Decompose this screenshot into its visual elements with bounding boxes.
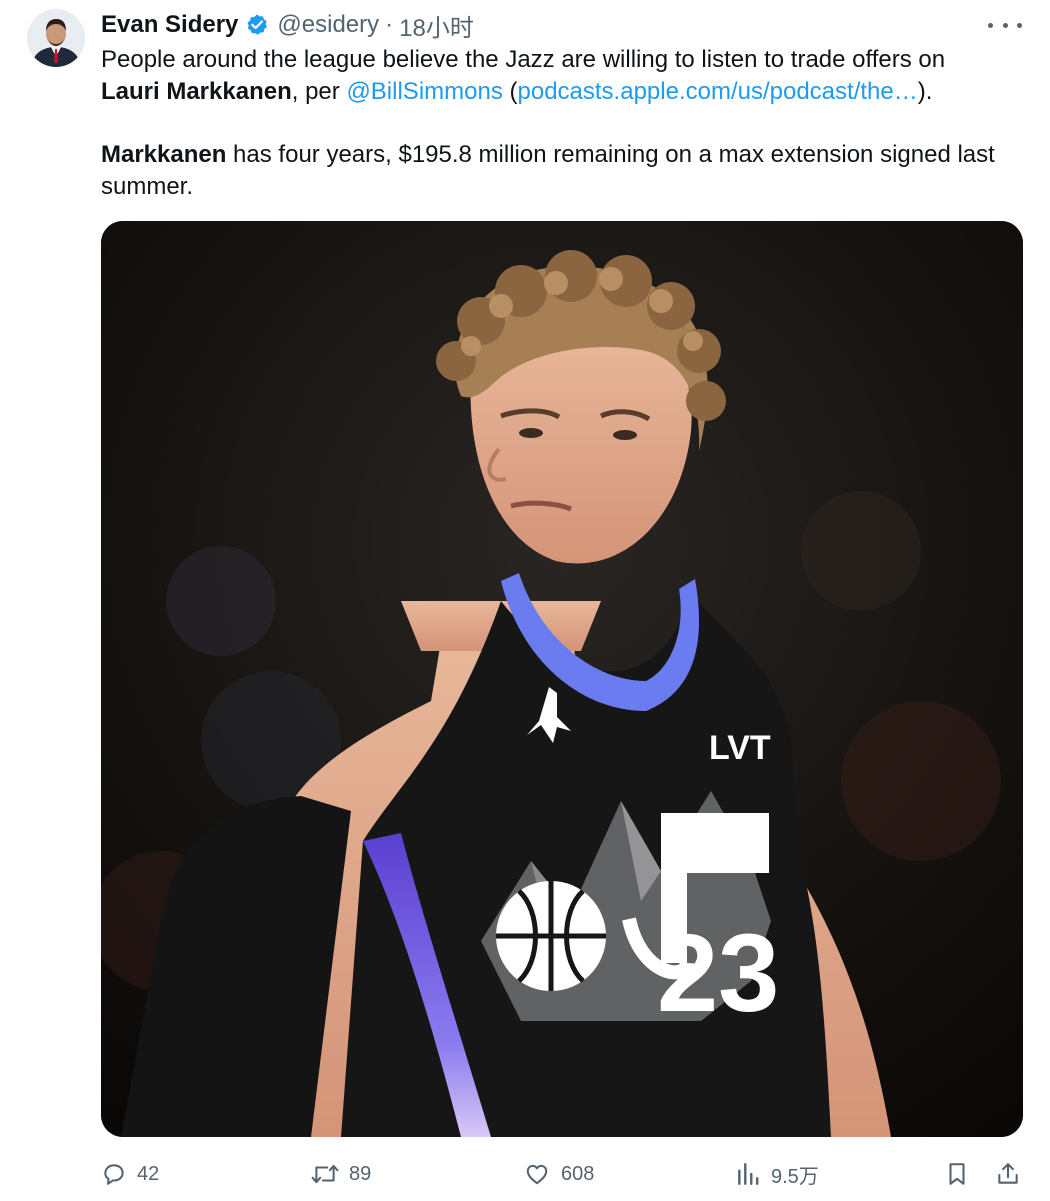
user-avatar (27, 9, 85, 67)
mention-link[interactable]: @BillSimmons (346, 78, 502, 105)
paren-open: ( (502, 78, 518, 105)
bookmark-button[interactable] (944, 1154, 970, 1194)
tweet-header: Evan Sidery @esidery · 18小时 (101, 8, 474, 43)
share-button[interactable] (995, 1154, 1021, 1194)
tweet-text-para2: has four years, $195.8 million remaining… (101, 141, 995, 200)
reply-icon (101, 1161, 127, 1187)
jersey-number: 23 (657, 912, 779, 1035)
author-avatar[interactable] (27, 9, 85, 67)
reply-button[interactable]: 42 (101, 1154, 159, 1194)
header-separator: · (385, 11, 394, 38)
tweet-paragraph-1: People around the league believe the Jaz… (101, 44, 1031, 108)
retweet-count: 89 (349, 1162, 372, 1185)
retweet-button[interactable]: 89 (311, 1154, 371, 1194)
views-button[interactable]: 9.5万 (735, 1154, 819, 1194)
share-icon (995, 1161, 1021, 1187)
like-count: 608 (561, 1162, 595, 1185)
podcast-url-link[interactable]: podcasts.apple.com/us/podcast/the… (518, 78, 918, 105)
like-icon (523, 1161, 551, 1187)
reply-count: 42 (137, 1162, 160, 1185)
tweet-timestamp[interactable]: 18小时 (399, 8, 474, 43)
like-button[interactable]: 608 (523, 1154, 594, 1194)
verified-badge-icon[interactable] (245, 13, 269, 37)
tweet-text: People around the league believe the Jaz… (101, 44, 1031, 203)
tweet-actions: 42 89 608 9.5万 (101, 1154, 1023, 1194)
more-icon[interactable] (988, 13, 1022, 37)
tweet-text-line1: People around the league believe the Jaz… (101, 46, 946, 73)
tweet-media-photo[interactable]: 23 LVT (101, 221, 1023, 1137)
views-icon (735, 1161, 761, 1187)
paren-close: ). (917, 78, 933, 105)
player-photo: 23 LVT (101, 221, 1023, 1137)
player-name: Lauri Markkanen (101, 78, 292, 105)
author-name[interactable]: Evan Sidery (101, 11, 238, 39)
per-text: , per (291, 78, 347, 105)
jersey-sponsor: LVT (709, 729, 771, 767)
retweet-icon (311, 1161, 339, 1187)
author-handle[interactable]: @esidery (277, 11, 379, 39)
player-name-2: Markkanen (101, 141, 227, 168)
bookmark-icon (944, 1161, 970, 1187)
views-count: 9.5万 (771, 1165, 819, 1188)
tweet-paragraph-2: Markkanen has four years, $195.8 million… (101, 139, 1031, 203)
